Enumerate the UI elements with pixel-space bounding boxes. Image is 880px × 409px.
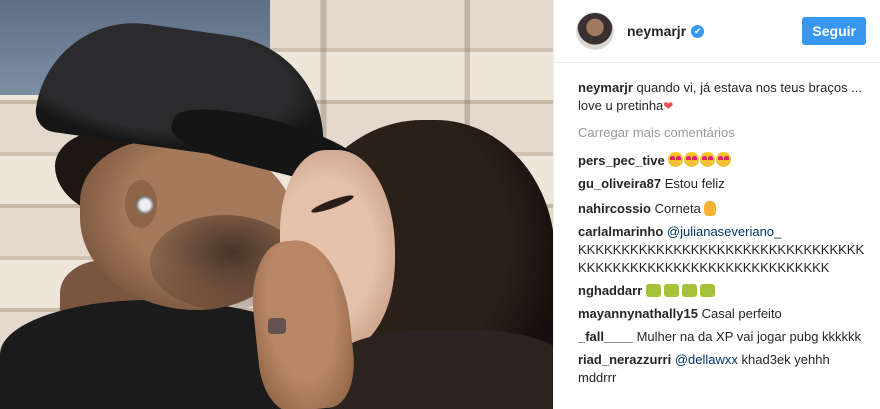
header-username[interactable]: neymarjr <box>627 23 686 39</box>
heart-eyes-emoji-icon <box>668 152 732 168</box>
comment: carlalmarinho @julianaseveriano_ KKKKKKK… <box>578 223 866 277</box>
comment-mention-link[interactable]: @julianaseveriano_ <box>667 224 781 239</box>
comment-username[interactable]: _fall____ <box>578 329 633 344</box>
comment-username[interactable]: pers_pec_tive <box>578 153 665 168</box>
comment-username[interactable]: nahircossio <box>578 201 651 216</box>
comment-username[interactable]: riad_nerazzurri <box>578 352 671 367</box>
comment-username[interactable]: carlalmarinho <box>578 224 663 239</box>
comment-text: Estou feliz <box>664 176 725 191</box>
post-side-panel: neymarjr ✔ Seguir neymarjr quando vi, já… <box>553 0 880 409</box>
gg-emoji-icon <box>645 283 718 298</box>
comment-text: Casal perfeito <box>701 306 782 321</box>
woman-sweater <box>330 330 553 409</box>
comment: gu_oliveira87 Estou feliz <box>578 175 866 193</box>
comment-username[interactable]: gu_oliveira87 <box>578 176 661 191</box>
comment-username[interactable]: mayannynathally15 <box>578 306 698 321</box>
comment: _fall____ Mulher na da XP vai jogar pubg… <box>578 328 866 346</box>
post-header: neymarjr ✔ Seguir <box>554 0 880 63</box>
earring <box>136 196 154 214</box>
comment-text: KKKKKKKKKKKKKKKKKKKKKKKKKKKKKKKKKKKKKKKK… <box>578 242 865 275</box>
heart-emoji-icon: ❤ <box>663 99 674 113</box>
comment-text: Mulher na da XP vai jogar pubg kkkkkk <box>636 329 862 344</box>
comment: pers_pec_tive <box>578 150 866 170</box>
load-more-comments-link[interactable]: Carregar mais comentários <box>578 124 866 142</box>
instagram-post: neymarjr ✔ Seguir neymarjr quando vi, já… <box>0 0 880 409</box>
comment-mention-link[interactable]: @dellawxx <box>675 352 738 367</box>
comment: nghaddarr <box>578 282 866 300</box>
comment: riad_nerazzurri @dellawxx khad3ek yehhh … <box>578 351 866 387</box>
avatar[interactable] <box>576 12 614 50</box>
comment-text: Corneta <box>654 201 701 216</box>
comments-list: neymarjr quando vi, já estava nos teus b… <box>554 63 880 387</box>
comment: nahircossio Corneta <box>578 198 866 218</box>
victory-hand-emoji-icon <box>704 201 717 216</box>
hand-tattoo <box>268 318 286 334</box>
post-photo[interactable] <box>0 0 553 409</box>
verified-badge-icon: ✔ <box>691 24 705 38</box>
comment: mayannynathally15 Casal perfeito <box>578 305 866 323</box>
post-caption: neymarjr quando vi, já estava nos teus b… <box>578 79 866 115</box>
comment-username[interactable]: nghaddarr <box>578 283 642 298</box>
follow-button[interactable]: Seguir <box>802 17 866 45</box>
caption-username[interactable]: neymarjr <box>578 80 633 95</box>
